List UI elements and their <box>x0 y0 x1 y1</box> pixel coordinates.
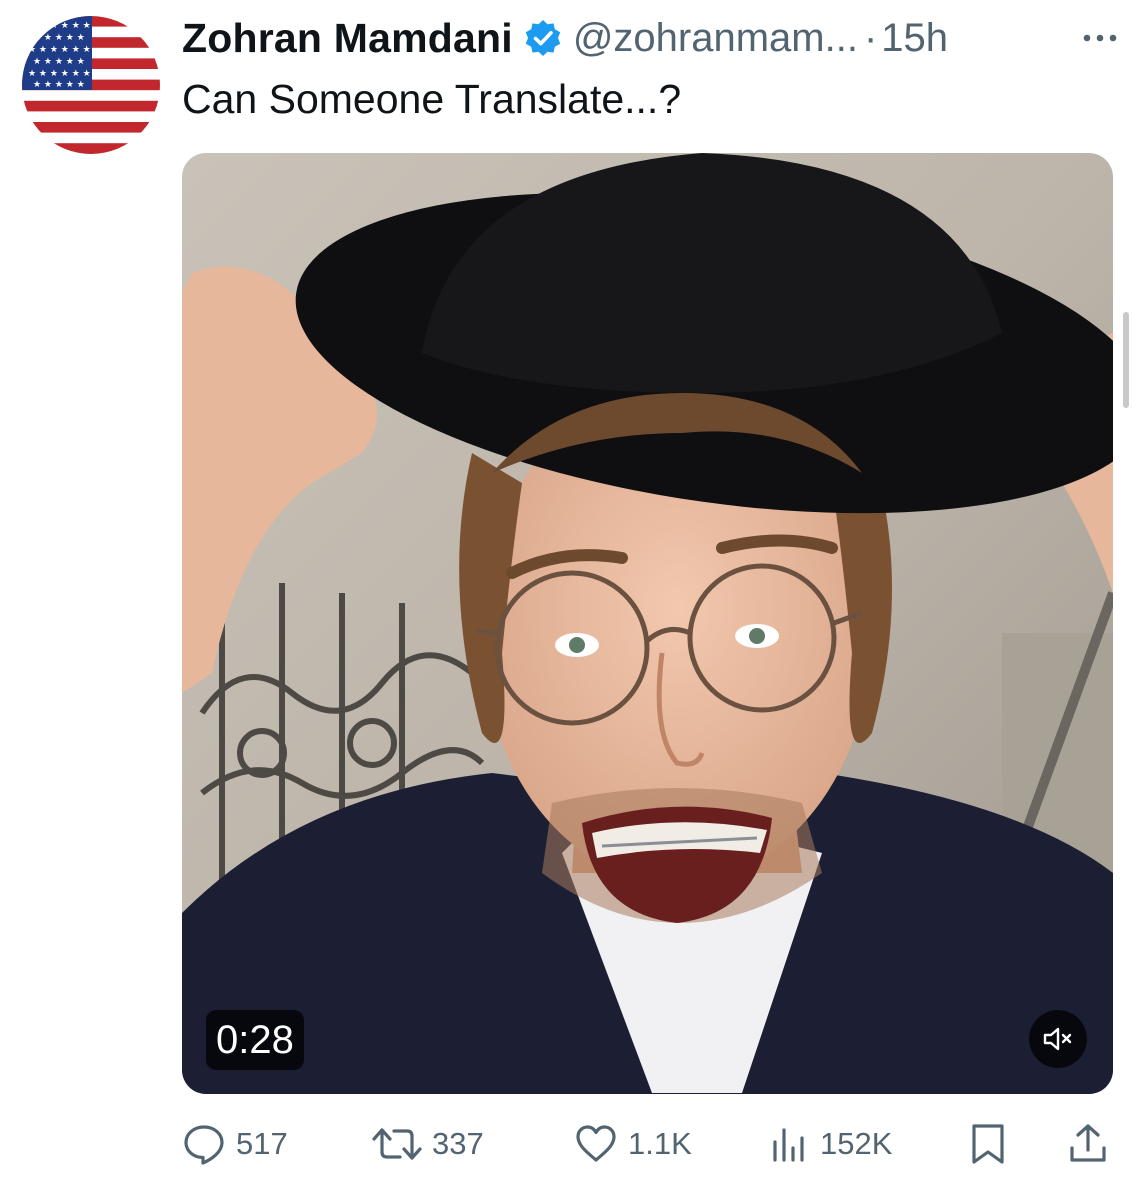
views-button[interactable]: 152K <box>770 1118 892 1170</box>
reply-icon <box>184 1125 224 1165</box>
svg-text:★ ★ ★ ★ ★ ★: ★ ★ ★ ★ ★ ★ <box>28 45 91 55</box>
share-button[interactable] <box>1068 1118 1108 1170</box>
mute-toggle-button[interactable] <box>1029 1010 1087 1068</box>
post-timestamp[interactable]: 15h <box>881 16 948 61</box>
svg-text:★ ★ ★ ★ ★: ★ ★ ★ ★ ★ <box>33 57 85 67</box>
heart-icon <box>576 1125 616 1162</box>
post-header: Zohran Mamdani @zohranmam... · 15h <box>182 12 1122 64</box>
author-handle[interactable]: @zohranmam... <box>573 16 858 61</box>
repost-button[interactable]: 337 <box>372 1118 484 1170</box>
bookmark-button[interactable] <box>968 1118 1008 1170</box>
svg-text:★ ★ ★ ★ ★ ★: ★ ★ ★ ★ ★ ★ <box>28 21 91 31</box>
separator-dot: · <box>863 15 878 60</box>
views-count: 152K <box>820 1126 893 1161</box>
repost-count: 337 <box>432 1126 484 1161</box>
reply-count: 517 <box>236 1126 288 1161</box>
analytics-bar-icon <box>773 1128 804 1162</box>
reply-button[interactable]: 517 <box>182 1118 288 1170</box>
speaker-muted-icon <box>1043 1027 1072 1051</box>
author-display-name[interactable]: Zohran Mamdani <box>182 15 513 62</box>
share-icon <box>1070 1124 1106 1162</box>
video-thumbnail <box>182 153 1113 1094</box>
like-count: 1.1K <box>628 1126 692 1161</box>
post-text: Can Someone Translate...? <box>182 76 682 122</box>
svg-text:★ ★ ★ ★ ★: ★ ★ ★ ★ ★ <box>33 33 85 43</box>
verified-badge-icon <box>523 18 563 58</box>
post-actions: 517 337 1.1K 152K <box>182 1118 1122 1170</box>
author-avatar[interactable]: ★ ★ ★ ★ ★ ★ ★ ★ ★ ★ ★ ★ ★ ★ ★ ★ ★ ★ ★ ★ … <box>22 16 160 154</box>
like-button[interactable]: 1.1K <box>574 1118 692 1170</box>
repost-icon <box>372 1128 422 1160</box>
video-duration: 0:28 <box>206 1010 304 1070</box>
video-player[interactable]: 0:28 <box>182 153 1113 1094</box>
us-flag-icon: ★ ★ ★ ★ ★ ★ ★ ★ ★ ★ ★ ★ ★ ★ ★ ★ ★ ★ ★ ★ … <box>22 16 160 154</box>
svg-text:★ ★ ★ ★ ★ ★: ★ ★ ★ ★ ★ ★ <box>28 69 91 79</box>
svg-text:★ ★ ★ ★ ★: ★ ★ ★ ★ ★ <box>33 80 85 90</box>
more-options-icon[interactable] <box>1078 20 1122 56</box>
scrollbar-thumb[interactable] <box>1123 312 1129 408</box>
bookmark-icon <box>972 1124 1004 1164</box>
